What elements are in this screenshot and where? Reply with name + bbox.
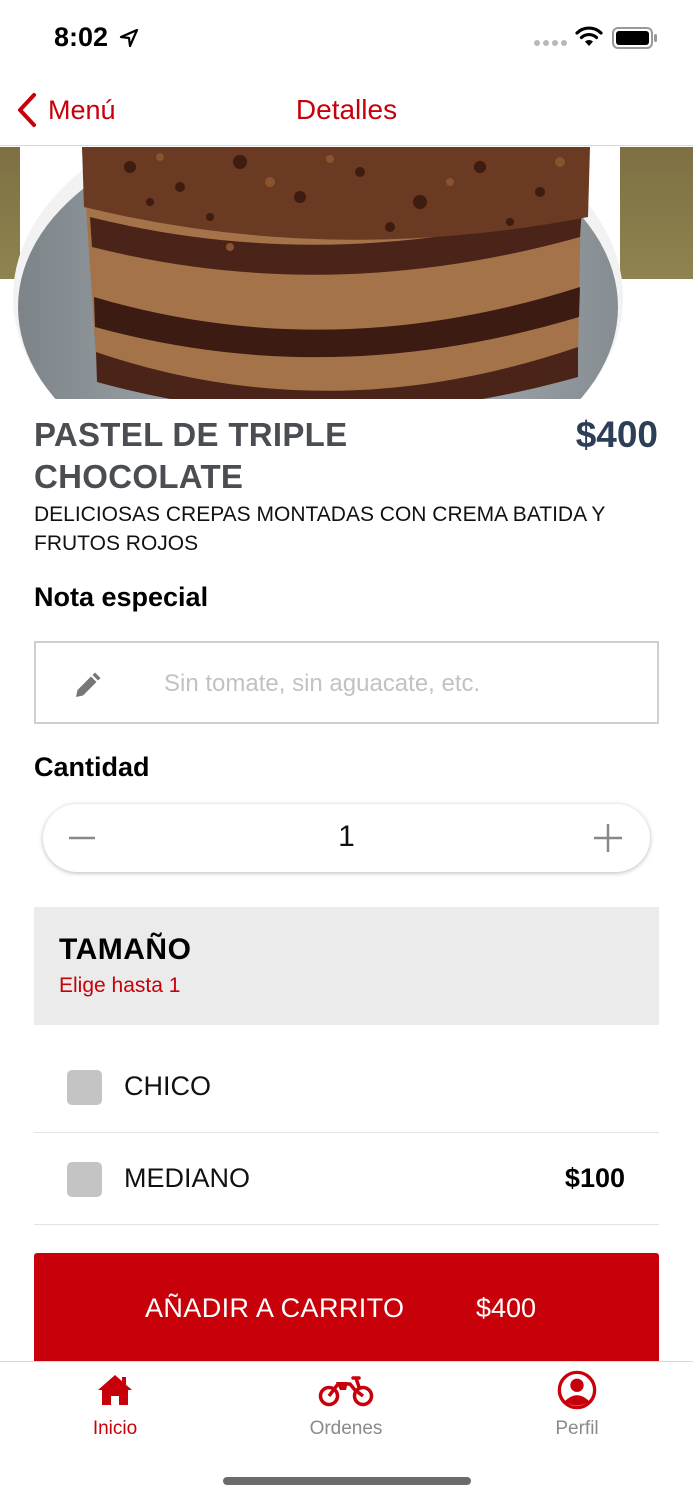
add-to-cart-button[interactable]: AÑADIR A CARRITO $400 (34, 1253, 659, 1361)
home-icon (98, 1375, 132, 1405)
note-label: Nota especial (34, 582, 209, 612)
navigation-bar: Menú Detalles (0, 76, 693, 146)
status-time: 8:02 (54, 22, 109, 52)
motorcycle-icon (318, 1376, 374, 1407)
option-price: $100 (564, 1163, 625, 1193)
location-arrow-icon (119, 28, 139, 48)
tab-label: Inicio (92, 1418, 138, 1439)
add-to-cart-price: $400 (476, 1293, 537, 1323)
quantity-stepper[interactable]: 1 (43, 804, 650, 872)
tab-bar: Inicio Ordenes Perfil (0, 1361, 693, 1500)
options-subtitle: Elige hasta 1 (59, 974, 181, 997)
home-indicator (223, 1477, 471, 1485)
option-label: MEDIANO (124, 1163, 251, 1193)
option-label: CHICO (124, 1071, 211, 1101)
product-price: $400 (575, 414, 658, 455)
product-image (0, 147, 693, 399)
plus-icon[interactable] (588, 818, 628, 858)
wifi-icon (575, 26, 603, 46)
status-bar: 8:02 (0, 0, 693, 76)
special-note-input[interactable] (164, 661, 634, 707)
option-row-mediano[interactable]: MEDIANO $100 (34, 1133, 659, 1225)
page-title: Detalles (295, 94, 398, 125)
tab-inicio[interactable]: Inicio (35, 1370, 195, 1450)
quantity-value: 1 (338, 820, 355, 853)
user-circle-icon (557, 1370, 597, 1410)
option-checkbox[interactable] (67, 1070, 102, 1105)
quantity-label: Cantidad (34, 752, 150, 782)
pencil-icon (76, 672, 101, 697)
add-to-cart-label: AÑADIR A CARRITO (145, 1293, 405, 1323)
special-note-field[interactable] (34, 641, 659, 724)
tab-label: Ordenes (309, 1418, 383, 1439)
size-options-header: TAMAÑO Elige hasta 1 (34, 907, 659, 1025)
battery-icon (612, 27, 657, 49)
tab-perfil[interactable]: Perfil (497, 1370, 657, 1450)
tab-label: Perfil (555, 1418, 599, 1439)
product-name: PASTEL DE TRIPLE CHOCOLATE (34, 416, 348, 495)
option-checkbox[interactable] (67, 1162, 102, 1197)
options-title: TAMAÑO (59, 933, 192, 966)
tab-ordenes[interactable]: Ordenes (266, 1370, 426, 1450)
signal-icon (534, 40, 567, 46)
product-description: DELICIOSAS CREPAS MONTADAS CON CREMA BAT… (34, 503, 606, 555)
option-row-chico[interactable]: CHICO (34, 1041, 659, 1133)
